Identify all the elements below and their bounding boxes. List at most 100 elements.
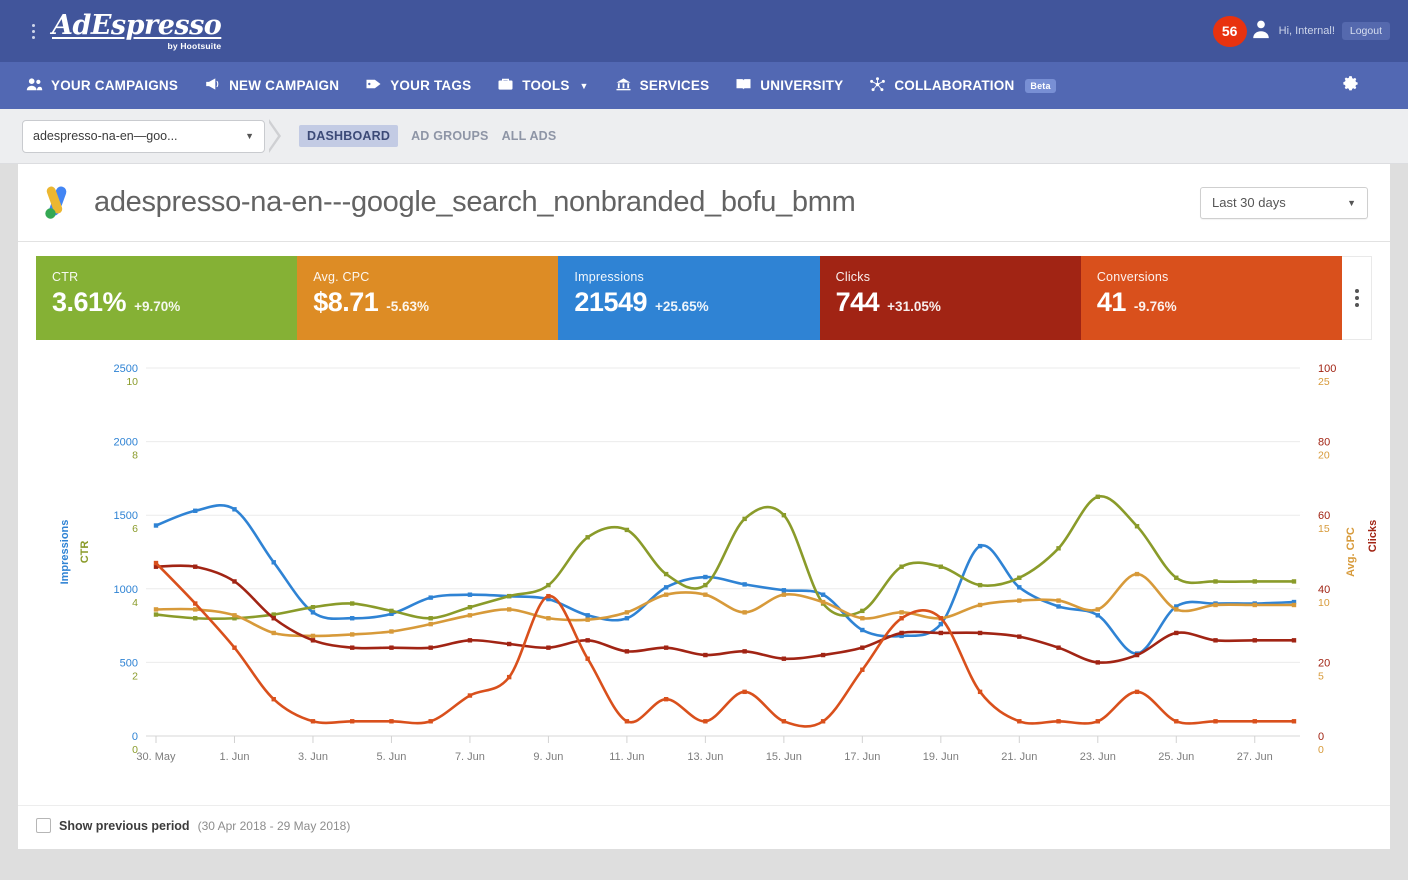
user-avatar-icon[interactable]: [1250, 18, 1272, 44]
svg-text:8: 8: [132, 450, 138, 462]
svg-text:20: 20: [1318, 450, 1330, 462]
svg-text:100: 100: [1318, 363, 1336, 375]
svg-text:13. Jun: 13. Jun: [687, 751, 723, 763]
show-previous-period-checkbox[interactable]: [36, 818, 51, 833]
nav-label: TOOLS: [522, 78, 569, 93]
svg-text:6: 6: [132, 523, 138, 535]
svg-text:1. Jun: 1. Jun: [219, 751, 249, 763]
svg-text:15: 15: [1318, 523, 1330, 535]
svg-text:2000: 2000: [114, 437, 138, 449]
logout-button[interactable]: Logout: [1342, 22, 1390, 40]
kpi-label: Impressions: [574, 270, 819, 284]
date-range-selector[interactable]: Last 30 days ▼: [1200, 187, 1368, 219]
kpi-label: Clicks: [836, 270, 1081, 284]
kpi-card-clicks[interactable]: Clicks 744 +31.05%: [820, 256, 1081, 340]
svg-text:Clicks: Clicks: [1367, 520, 1379, 552]
previous-period-dates: (30 Apr 2018 - 29 May 2018): [198, 819, 351, 833]
breadcrumb-separator: [269, 119, 291, 153]
adespresso-logo[interactable]: AdEspresso by Hootsuite: [52, 12, 221, 51]
tag-icon: [365, 77, 382, 94]
svg-text:30. May: 30. May: [136, 751, 176, 763]
nav-label: NEW CAMPAIGN: [229, 78, 339, 93]
svg-text:0: 0: [132, 731, 138, 743]
svg-text:0: 0: [1318, 744, 1324, 756]
svg-text:40: 40: [1318, 584, 1330, 596]
beta-badge: Beta: [1025, 79, 1055, 93]
google-ads-icon: [40, 184, 80, 222]
nav-item-collaboration[interactable]: COLLABORATION Beta: [869, 77, 1055, 95]
svg-text:21. Jun: 21. Jun: [1001, 751, 1037, 763]
svg-text:0: 0: [1318, 731, 1324, 743]
more-options-icon[interactable]: [1342, 256, 1372, 340]
account-selector-value: adespresso-na-en—goo...: [33, 129, 178, 143]
kpi-delta: -9.76%: [1134, 299, 1177, 314]
svg-text:19. Jun: 19. Jun: [923, 751, 959, 763]
kpi-value: $8.71: [313, 287, 378, 318]
kpi-value: 21549: [574, 287, 647, 318]
gear-icon[interactable]: [1341, 73, 1360, 98]
svg-text:23. Jun: 23. Jun: [1080, 751, 1116, 763]
kpi-delta: +9.70%: [134, 299, 180, 314]
svg-text:5: 5: [1318, 670, 1324, 682]
svg-text:Impressions: Impressions: [59, 520, 71, 585]
svg-text:11. Jun: 11. Jun: [609, 751, 644, 763]
svg-text:80: 80: [1318, 437, 1330, 449]
nav-item-your-campaigns[interactable]: YOUR CAMPAIGNS: [26, 77, 178, 94]
kpi-label: Avg. CPC: [313, 270, 558, 284]
page-title: adespresso-na-en---google_search_nonbran…: [94, 186, 855, 219]
kpi-card-conversions[interactable]: Conversions 41 -9.76%: [1081, 256, 1342, 340]
svg-text:25. Jun: 25. Jun: [1158, 751, 1194, 763]
kpi-row: CTR 3.61% +9.70% Avg. CPC $8.71 -5.63% I…: [36, 256, 1372, 340]
kpi-section: CTR 3.61% +9.70% Avg. CPC $8.71 -5.63% I…: [18, 242, 1390, 340]
nav-item-services[interactable]: SERVICES: [615, 77, 710, 94]
logo-text: AdEspresso: [52, 12, 221, 39]
nav-item-new-campaign[interactable]: NEW CAMPAIGN: [204, 77, 339, 94]
kpi-label: CTR: [52, 270, 297, 284]
svg-text:3. Jun: 3. Jun: [298, 751, 328, 763]
chevron-down-icon: ▼: [1347, 198, 1356, 208]
nav-label: YOUR TAGS: [390, 78, 471, 93]
svg-text:CTR: CTR: [79, 541, 91, 564]
book-icon: [735, 77, 752, 94]
nav-item-your-tags[interactable]: YOUR TAGS: [365, 77, 471, 94]
tab-all-ads[interactable]: ALL ADS: [502, 129, 557, 143]
adespresso-dashboard-app: AdEspresso by Hootsuite 56 Hi, Internal!…: [0, 0, 1408, 880]
nav-item-university[interactable]: UNIVERSITY: [735, 77, 843, 94]
svg-text:7. Jun: 7. Jun: [455, 751, 485, 763]
kpi-card-avg-cpc[interactable]: Avg. CPC $8.71 -5.63%: [297, 256, 558, 340]
chart-section: 0000500220510004401015006601520008802025…: [18, 340, 1390, 805]
account-selector[interactable]: adespresso-na-en—goo... ▼: [22, 120, 265, 153]
tab-ad-groups[interactable]: AD GROUPS: [411, 129, 489, 143]
svg-text:9. Jun: 9. Jun: [533, 751, 563, 763]
kpi-delta: -5.63%: [386, 299, 429, 314]
notification-badge[interactable]: 56: [1213, 16, 1247, 47]
kpi-delta: +25.65%: [655, 299, 709, 314]
nav-item-tools[interactable]: TOOLS ▼: [497, 77, 588, 94]
top-bar: AdEspresso by Hootsuite 56 Hi, Internal!…: [0, 0, 1408, 62]
svg-text:500: 500: [120, 657, 138, 669]
people-icon: [26, 77, 43, 94]
date-range-value: Last 30 days: [1212, 195, 1286, 210]
kebab-menu-icon[interactable]: [20, 24, 46, 39]
chevron-down-icon: ▼: [580, 81, 589, 91]
breadcrumb: adespresso-na-en—goo... ▼ DASHBOARD AD G…: [0, 109, 1408, 164]
svg-text:15. Jun: 15. Jun: [766, 751, 802, 763]
chart-footer: Show previous period (30 Apr 2018 - 29 M…: [18, 805, 1390, 849]
svg-text:25: 25: [1318, 376, 1330, 388]
sub-tabs: DASHBOARD AD GROUPS ALL ADS: [299, 125, 556, 147]
metrics-line-chart[interactable]: 0000500220510004401015006601520008802025…: [36, 346, 1388, 801]
svg-text:2500: 2500: [114, 363, 138, 375]
nav-label: YOUR CAMPAIGNS: [51, 78, 178, 93]
kpi-label: Conversions: [1097, 270, 1342, 284]
kpi-card-impressions[interactable]: Impressions 21549 +25.65%: [558, 256, 819, 340]
network-icon: [869, 77, 886, 95]
svg-text:5. Jun: 5. Jun: [376, 751, 406, 763]
kpi-card-ctr[interactable]: CTR 3.61% +9.70%: [36, 256, 297, 340]
nav-label: UNIVERSITY: [760, 78, 843, 93]
kpi-value: 3.61%: [52, 287, 126, 318]
kpi-value: 744: [836, 287, 880, 318]
tab-dashboard[interactable]: DASHBOARD: [299, 125, 398, 147]
main-nav-bar: YOUR CAMPAIGNS NEW CAMPAIGN YOUR TAGS TO…: [0, 62, 1408, 109]
svg-text:20: 20: [1318, 657, 1330, 669]
svg-text:Avg. CPC: Avg. CPC: [1345, 527, 1357, 577]
